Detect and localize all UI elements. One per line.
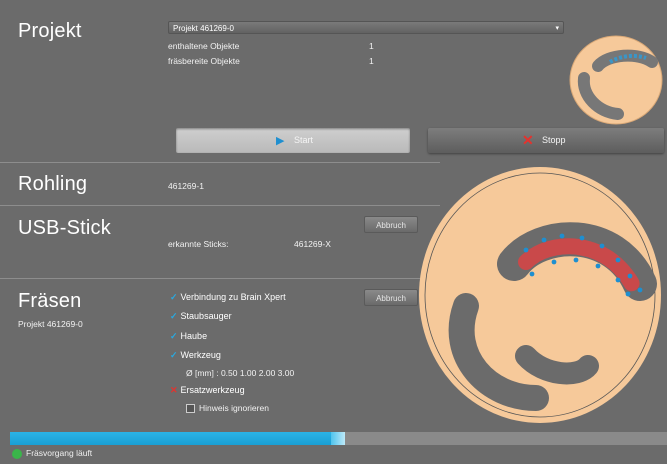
- ignore-hint-checkbox[interactable]: Hinweis ignorieren: [186, 403, 269, 414]
- mill-ready-objects-value: 1: [369, 56, 374, 66]
- stop-x-icon: ✕: [522, 132, 534, 148]
- project-select[interactable]: Projekt 461269-0 ▾: [168, 21, 564, 34]
- progress-fill-edge: [331, 432, 346, 445]
- blank-disc-preview: [419, 167, 661, 423]
- ignore-hint-label: Hinweis ignorieren: [199, 403, 269, 413]
- milling-abort-button[interactable]: Abbruch: [364, 289, 418, 306]
- contained-objects-value: 1: [369, 41, 374, 51]
- chevron-down-icon: ▾: [555, 25, 559, 32]
- status-line: Fräsvorgang läuft: [12, 448, 92, 459]
- stop-button[interactable]: ✕ Stopp: [428, 128, 664, 153]
- check-label: Ersatzwerkzeug: [180, 385, 245, 395]
- check-label: Verbindung zu Brain Xpert: [180, 292, 286, 302]
- check-vacuum: ✓ Staubsauger: [170, 311, 232, 322]
- tool-diameters: Ø [mm] : 0.50 1.00 2.00 3.00: [186, 368, 295, 378]
- divider: [0, 205, 440, 206]
- check-label: Staubsauger: [180, 311, 232, 321]
- check-tool: ✓ Werkzeug: [170, 350, 221, 361]
- play-icon: ▶: [276, 135, 285, 147]
- checkmark-icon: ✓: [170, 350, 178, 360]
- divider: [0, 162, 440, 163]
- checkmark-icon: ✓: [170, 292, 178, 302]
- check-hood: ✓ Haube: [170, 331, 207, 342]
- check-connection: ✓ Verbindung zu Brain Xpert: [170, 292, 286, 303]
- detected-sticks-value: 461269-X: [294, 239, 331, 249]
- check-replacement-tool: ✕ Ersatzwerkzeug: [170, 385, 245, 396]
- checkbox-box[interactable]: [186, 404, 195, 414]
- detected-sticks-label: erkannte Sticks:: [168, 239, 229, 249]
- blank-id: 461269-1: [168, 181, 204, 191]
- blank-heading: Rohling: [18, 173, 88, 195]
- progress-fill: [10, 432, 332, 445]
- milling-project-label: Projekt 461269-0: [18, 319, 83, 329]
- checkmark-icon: ✓: [170, 311, 178, 321]
- project-select-value: Projekt 461269-0: [173, 24, 234, 33]
- check-label: Haube: [180, 331, 208, 341]
- checkmark-icon: ✓: [170, 331, 178, 341]
- status-text: Fräsvorgang läuft: [26, 448, 93, 458]
- project-heading: Projekt: [18, 20, 82, 42]
- milling-progress-bar: [10, 432, 667, 445]
- error-x-icon: ✕: [170, 385, 178, 395]
- stop-button-label: Stopp: [542, 135, 566, 145]
- check-label: Werkzeug: [180, 350, 221, 360]
- start-button-label: Start: [294, 135, 314, 145]
- start-button[interactable]: ▶ Start: [176, 128, 410, 153]
- status-ok-indicator: [12, 448, 22, 459]
- milling-heading: Fräsen: [18, 290, 82, 312]
- usb-abort-button[interactable]: Abbruch: [364, 216, 418, 233]
- mill-ready-objects-label: fräsbereite Objekte: [168, 56, 240, 66]
- contained-objects-label: enthaltene Objekte: [168, 41, 240, 51]
- usb-heading: USB-Stick: [18, 217, 111, 239]
- divider: [0, 278, 440, 279]
- blank-preview-thumbnail: [569, 35, 663, 125]
